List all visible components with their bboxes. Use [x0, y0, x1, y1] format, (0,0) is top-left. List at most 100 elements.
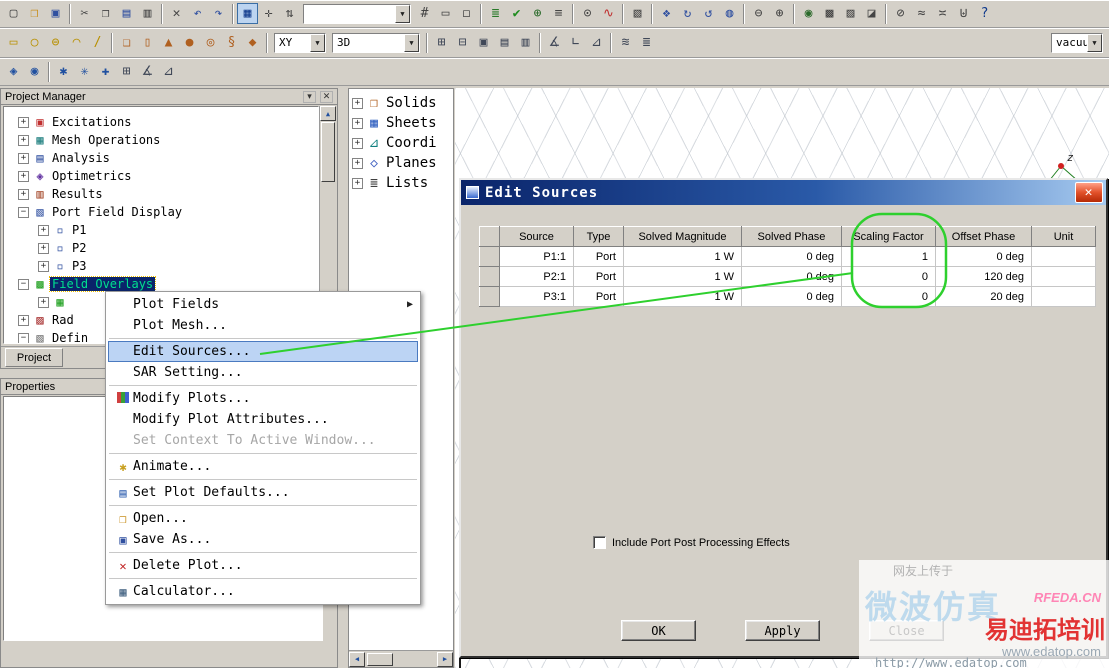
expand-icon[interactable]: +: [352, 137, 363, 149]
menu-item-save-as[interactable]: ▣ Save As...: [108, 529, 418, 550]
fit-view-icon[interactable]: ◉: [798, 3, 819, 24]
dropdown-arrow-icon[interactable]: ▼: [310, 33, 325, 52]
cell[interactable]: 0 deg: [741, 266, 842, 287]
row-selector[interactable]: [479, 266, 500, 287]
expand-icon[interactable]: +: [352, 157, 363, 169]
results-icon[interactable]: ≡: [548, 3, 569, 24]
cell[interactable]: [1031, 246, 1096, 267]
draw-sphere-icon[interactable]: ●: [179, 32, 200, 53]
tree-item-p3[interactable]: + ▫ P3: [38, 257, 318, 275]
cell[interactable]: P2:1: [499, 266, 574, 287]
tree-item-excitations[interactable]: + ▣ Excitations: [18, 113, 318, 131]
model-tree-item-planes[interactable]: + ◇ Planes: [349, 153, 453, 173]
analyze-icon[interactable]: ⊕: [527, 3, 548, 24]
menu-item-delete-plot[interactable]: ✕ Delete Plot...: [108, 555, 418, 576]
menu-item-plot-mesh[interactable]: Plot Mesh...: [108, 315, 418, 336]
expand-icon[interactable]: +: [18, 314, 29, 326]
relative-cs-icon[interactable]: ✱: [53, 61, 74, 82]
zoom-in-icon[interactable]: ⊕: [769, 3, 790, 24]
scroll-left-icon[interactable]: ◀: [349, 651, 365, 667]
expand-icon[interactable]: +: [18, 170, 29, 182]
cell[interactable]: 0: [841, 286, 936, 307]
mirror-icon[interactable]: ⊘: [890, 3, 911, 24]
tab-project[interactable]: Project: [5, 348, 63, 367]
model-tree-hscrollbar[interactable]: ◀ ▶: [349, 650, 453, 667]
menu-item-modify-plot-attributes[interactable]: Modify Plot Attributes...: [108, 409, 418, 430]
cell[interactable]: Port: [573, 266, 624, 287]
measure-angle-icon[interactable]: ∡: [544, 32, 565, 53]
boundary-display-icon[interactable]: ◈: [3, 61, 24, 82]
redo-icon[interactable]: ↷: [208, 3, 229, 24]
ok-button[interactable]: OK: [621, 620, 696, 641]
draw-polyhedron-icon[interactable]: ◆: [242, 32, 263, 53]
copy-icon[interactable]: ❐: [95, 3, 116, 24]
search-icon[interactable]: ⊙: [577, 3, 598, 24]
offset-icon[interactable]: ≍: [932, 3, 953, 24]
boolean-unite-icon[interactable]: ⊎: [953, 3, 974, 24]
tree-item-p1[interactable]: + ▫ P1: [38, 221, 318, 239]
paste-icon[interactable]: ▤: [116, 3, 137, 24]
cell[interactable]: Port: [573, 246, 624, 267]
history-combo[interactable]: ▼: [303, 3, 411, 24]
expand-icon[interactable]: +: [38, 296, 49, 308]
cell[interactable]: P3:1: [499, 286, 574, 307]
move-icon[interactable]: ✛: [258, 3, 279, 24]
cut-icon[interactable]: ✂: [74, 3, 95, 24]
new-file-icon[interactable]: ▢: [3, 3, 24, 24]
dropdown-arrow-icon[interactable]: ▼: [404, 33, 419, 52]
drawing-plane-combo[interactable]: 3D ▼: [332, 32, 420, 53]
window-close-icon[interactable]: ▥: [515, 32, 536, 53]
window-new-icon[interactable]: ▤: [494, 32, 515, 53]
draw-cone-icon[interactable]: ▲: [158, 32, 179, 53]
open-file-icon[interactable]: ❒: [24, 3, 45, 24]
collapse-icon[interactable]: −: [18, 206, 29, 218]
draw-line-icon[interactable]: /: [87, 32, 108, 53]
undo-icon[interactable]: ↶: [187, 3, 208, 24]
expand-icon[interactable]: +: [18, 116, 29, 128]
rotate-ccw-icon[interactable]: ↺: [698, 3, 719, 24]
wireframe-view-icon[interactable]: ▨: [840, 3, 861, 24]
tree-item-p2[interactable]: + ▫ P2: [38, 239, 318, 257]
tree-item-port-field-display[interactable]: − ▧ Port Field Display: [18, 203, 318, 221]
model-tree-item-sheets[interactable]: + ▦ Sheets: [349, 113, 453, 133]
cell[interactable]: P1:1: [499, 246, 574, 267]
help-icon[interactable]: ?: [974, 3, 995, 24]
scrollbar-thumb[interactable]: [321, 122, 335, 182]
menu-item-calculator[interactable]: ▦ Calculator...: [108, 581, 418, 602]
expand-icon[interactable]: +: [38, 260, 49, 272]
dialog-titlebar[interactable]: Edit Sources ✕: [461, 180, 1106, 205]
close-icon[interactable]: ✕: [320, 90, 333, 103]
snap-grid-icon[interactable]: #: [414, 3, 435, 24]
project-manager-titlebar[interactable]: Project Manager ▾ ✕: [1, 89, 337, 105]
expand-icon[interactable]: +: [352, 177, 363, 189]
zoom-out-icon[interactable]: ⊖: [748, 3, 769, 24]
draw-arc-icon[interactable]: ◠: [66, 32, 87, 53]
object-cs-icon[interactable]: ✚: [95, 61, 116, 82]
coordinate-system-combo[interactable]: XY ▼: [274, 32, 326, 53]
scrollbar-thumb[interactable]: [367, 652, 393, 666]
draw-cylinder-icon[interactable]: ▯: [137, 32, 158, 53]
model-tree-item-solids[interactable]: + ❒ Solids: [349, 93, 453, 113]
cell[interactable]: [1031, 266, 1096, 287]
menu-item-edit-sources[interactable]: Edit Sources...: [108, 341, 418, 362]
expand-icon[interactable]: +: [18, 152, 29, 164]
cell[interactable]: 0 deg: [741, 246, 842, 267]
expand-icon[interactable]: +: [352, 97, 363, 109]
collapse-icon[interactable]: −: [18, 278, 29, 290]
cell[interactable]: 1: [841, 246, 936, 267]
cell[interactable]: 0 deg: [741, 286, 842, 307]
align-vertical-icon[interactable]: ≣: [636, 32, 657, 53]
align-icon[interactable]: ⇅: [279, 3, 300, 24]
cell[interactable]: 20 deg: [935, 286, 1032, 307]
field-display-icon[interactable]: ◉: [24, 61, 45, 82]
tree-item-analysis[interactable]: + ▤ Analysis: [18, 149, 318, 167]
face-cs-icon[interactable]: ✳: [74, 61, 95, 82]
menu-item-animate[interactable]: ✱ Animate...: [108, 456, 418, 477]
save-icon[interactable]: ▣: [45, 3, 66, 24]
draw-rectangle-icon[interactable]: ▭: [3, 32, 24, 53]
menu-item-set-plot-defaults[interactable]: ▤ Set Plot Defaults...: [108, 482, 418, 503]
print-icon[interactable]: ▥: [137, 3, 158, 24]
draw-circle-icon[interactable]: ○: [24, 32, 45, 53]
expand-icon[interactable]: +: [352, 117, 363, 129]
checkbox-box[interactable]: [593, 536, 606, 549]
